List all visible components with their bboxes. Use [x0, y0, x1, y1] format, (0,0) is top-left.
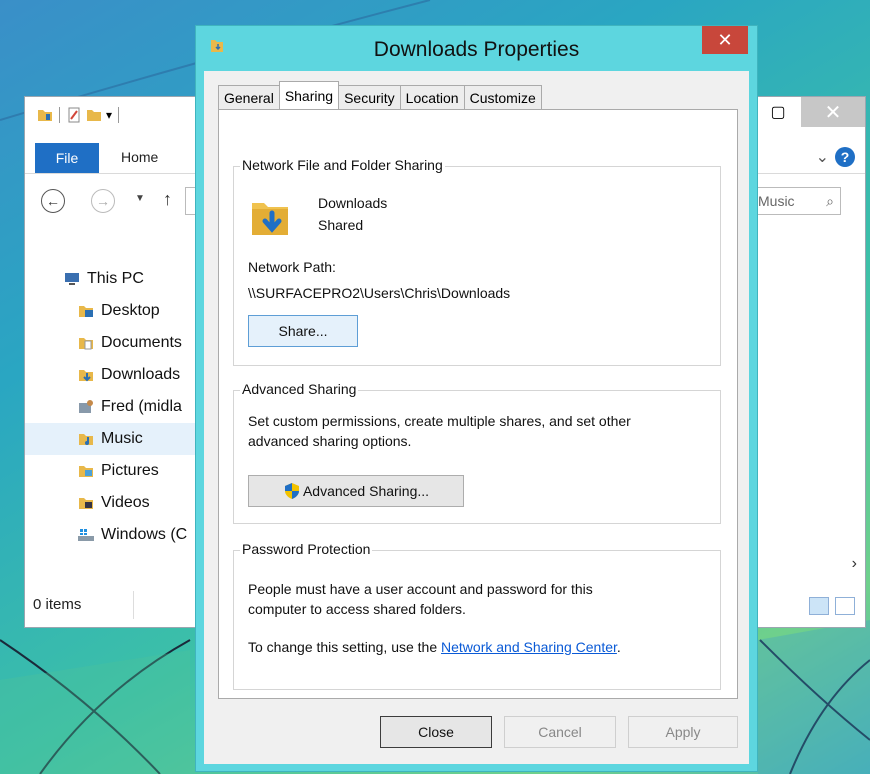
nav-item-label: Downloads [101, 366, 181, 383]
change-setting-prefix: To change this setting, use the [248, 639, 442, 655]
close-button[interactable]: Close [380, 716, 492, 748]
up-arrow-icon[interactable]: ↑ [163, 189, 172, 210]
change-setting-text: To change this setting, use the Network … [248, 639, 621, 655]
sharing-tab-page: Network File and Folder Sharing Download… [218, 109, 738, 699]
ribbon-right-controls: ⌄ ? [816, 147, 855, 167]
customize-toolbar-dropdown-icon[interactable]: ▾ [106, 108, 112, 122]
music-folder-icon [79, 434, 93, 445]
status-item-count: 0 items [33, 596, 82, 613]
advanced-sharing-button[interactable]: Advanced Sharing... [248, 475, 464, 507]
view-toggle-group [809, 597, 855, 615]
explorer-window-controls: ▢ ✕ [755, 97, 865, 127]
dialog-body: General Sharing Security Location Custom… [204, 71, 749, 764]
password-protection-line2: computer to access shared folders. [248, 601, 466, 617]
drive-icon [78, 529, 94, 541]
status-divider [133, 591, 134, 619]
search-input[interactable]: Music ⌕ [751, 187, 841, 215]
explorer-close-button[interactable]: ✕ [801, 97, 865, 127]
downloads-folder-icon [252, 203, 288, 235]
toolbar-separator [59, 107, 60, 123]
home-tab[interactable]: Home [121, 149, 158, 165]
nav-item-label: Pictures [101, 462, 159, 479]
nav-item-label: Fred (midla [101, 398, 182, 415]
back-arrow-icon: ← [46, 193, 60, 209]
help-icon[interactable]: ? [835, 147, 855, 167]
forward-button[interactable]: → [91, 189, 115, 213]
file-tab[interactable]: File [35, 143, 99, 173]
details-view-icon[interactable] [809, 597, 829, 615]
dialog-close-button[interactable]: ✕ [702, 26, 748, 54]
advanced-sharing-group: Advanced Sharing Set custom permissions,… [233, 381, 721, 524]
downloads-folder-icon [79, 370, 93, 382]
toolbar-separator [118, 107, 120, 123]
tab-security[interactable]: Security [338, 85, 401, 109]
network-user-icon [79, 400, 93, 413]
nav-item-label: Windows (C [101, 526, 188, 543]
network-sharing-group-label: Network File and Folder Sharing [240, 157, 445, 173]
nav-item-label: Music [101, 430, 143, 447]
search-placeholder: Music [758, 193, 795, 209]
nav-item-label: Desktop [101, 302, 160, 319]
change-setting-suffix: . [616, 639, 621, 655]
large-icons-view-icon[interactable] [835, 597, 855, 615]
close-icon: ✕ [717, 29, 733, 50]
documents-folder-icon [79, 338, 93, 350]
uac-shield-icon [284, 483, 299, 499]
share-button[interactable]: Share... [248, 315, 358, 347]
pictures-folder-icon [79, 466, 93, 477]
password-protection-group: Password Protection People must have a u… [233, 541, 721, 690]
network-sharing-group: Network File and Folder Sharing Download… [233, 157, 721, 366]
cancel-button[interactable]: Cancel [504, 716, 616, 748]
maximize-icon: ▢ [770, 104, 786, 121]
scroll-right-icon[interactable]: › [852, 555, 857, 573]
tab-location[interactable]: Location [399, 85, 465, 109]
this-pc-icon [65, 273, 79, 285]
maximize-button[interactable]: ▢ [755, 97, 801, 127]
advanced-sharing-group-label: Advanced Sharing [240, 381, 359, 397]
dialog-title: Downloads Properties [373, 38, 580, 61]
folder-share-status: Shared [318, 217, 364, 233]
folder-icon [38, 110, 52, 121]
properties-icon[interactable] [66, 107, 82, 123]
nav-item-label: Documents [101, 334, 182, 351]
properties-dialog: Downloads Properties ✕ General Sharing S… [195, 25, 758, 772]
nav-item-label: Videos [101, 494, 150, 511]
close-icon: ✕ [824, 101, 842, 124]
videos-folder-icon [79, 498, 93, 509]
password-protection-line1: People must have a user account and pass… [248, 581, 593, 597]
tab-customize[interactable]: Customize [463, 85, 542, 109]
network-path-label: Network Path: [248, 259, 336, 275]
password-protection-group-label: Password Protection [240, 541, 373, 557]
tab-sharing[interactable]: Sharing [278, 81, 340, 109]
advanced-sharing-button-label: Advanced Sharing... [302, 483, 430, 499]
tab-strip: General Sharing Security Location Custom… [218, 81, 542, 109]
desktop-folder-icon [79, 306, 93, 317]
back-button[interactable]: ← [41, 189, 65, 213]
tab-general[interactable]: General [218, 85, 280, 109]
search-icon: ⌕ [826, 192, 834, 209]
forward-arrow-icon: → [96, 193, 110, 209]
address-input[interactable] [185, 187, 195, 215]
quick-access-toolbar: ▾ [37, 107, 121, 123]
advanced-sharing-description-line1: Set custom permissions, create multiple … [248, 413, 631, 429]
expand-ribbon-icon[interactable]: ⌄ [816, 147, 829, 167]
apply-button[interactable]: Apply [628, 716, 738, 748]
new-folder-icon[interactable] [86, 107, 102, 123]
nav-item-label: This PC [87, 270, 144, 287]
advanced-sharing-description-line2: advanced sharing options. [248, 433, 412, 449]
recent-locations-dropdown-icon[interactable]: ▼ [135, 193, 145, 204]
network-path-value: \\SURFACEPRO2\Users\Chris\Downloads [248, 285, 511, 301]
network-sharing-center-link[interactable]: Network and Sharing Center [441, 639, 617, 655]
folder-name: Downloads [318, 195, 388, 211]
